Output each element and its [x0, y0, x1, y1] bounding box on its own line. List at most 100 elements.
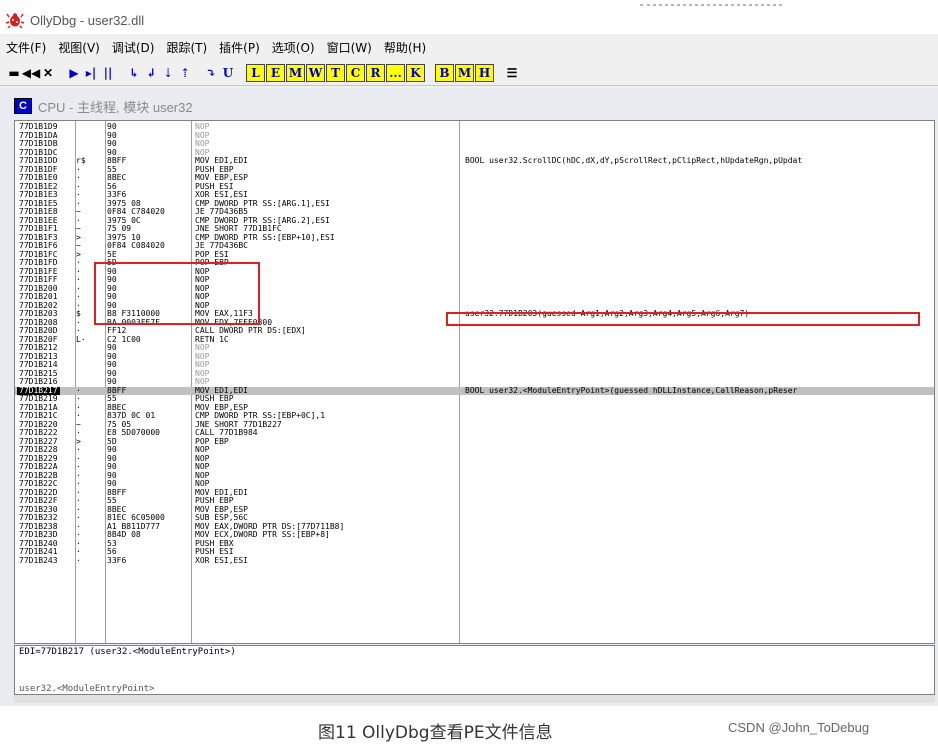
disasm-row[interactable]: 77D1B238 · A1 B811D777 MOV EAX,DWORD PTR DS…	[15, 522, 934, 531]
disasm-row[interactable]: 77D1B1FC >5E POP ESI	[15, 250, 934, 259]
disasm-row[interactable]: 77D1B21C · 837D 0C 01 CMP DWORD PTR SS:[EBP…	[15, 411, 934, 420]
marker-cell: ·	[76, 190, 81, 199]
memory-breakpoints-key[interactable]: M	[455, 63, 474, 82]
disasm-row[interactable]: 77D1B1E3 · 33F6 XOR ESI,ESI	[15, 190, 934, 199]
disasm-row[interactable]: 77D1B222 · E8 5D070000 CALL 77D1B984	[15, 429, 934, 437]
disasm-row[interactable]: 77D1B22B · 90 NOP	[15, 471, 934, 480]
address-cell: 77D1B228	[19, 445, 58, 454]
disasm-row[interactable]: 77D1B229 · 90 NOP	[15, 454, 934, 463]
references-window-key[interactable]: R	[366, 63, 385, 82]
run-icon[interactable]: ▶	[66, 64, 82, 82]
marker-cell: ·	[76, 513, 81, 522]
breakpoints-key[interactable]: B	[435, 63, 454, 82]
trace-into-icon[interactable]: ⇣	[160, 64, 176, 82]
watermark: CSDN @John_ToDebug	[728, 720, 870, 735]
disasm-row[interactable]: 77D1B219 · 55 PUSH EBP	[15, 394, 934, 403]
restart-icon[interactable]: ◀◀	[22, 64, 40, 82]
disasm-row[interactable]: 77D1B20F L· C2 1C00 RETN 1C	[15, 334, 934, 344]
disasm-row[interactable]: 77D1B20D · FF12 CALL DWORD PTR DS:[EDX]	[15, 326, 934, 335]
threads-window-key[interactable]: T	[326, 63, 345, 82]
pause-icon[interactable]: ||	[100, 64, 116, 82]
log-window-key[interactable]: L	[246, 63, 265, 82]
disasm-row[interactable]: 77D1B228 · 90 NOP	[15, 445, 934, 454]
disasm-row[interactable]: 77D1B22C · 90 NOP	[15, 479, 934, 488]
disasm-row[interactable]: 77D1B1DB 90 NOP	[15, 140, 934, 148]
marker-cell: ~	[76, 241, 81, 250]
disasm-row[interactable]: 77D1B1E0 · 8BEC MOV EBP,ESP	[15, 173, 934, 182]
disasm-row[interactable]: 77D1B1E8 ~0F84 C784020 JE 77D436B5	[15, 207, 934, 216]
menu-item[interactable]: 插件(P)	[213, 39, 266, 56]
menu-item[interactable]: 帮助(H)	[378, 39, 432, 56]
disasm-row[interactable]: 77D1B1DF · 55 PUSH EBP	[15, 165, 934, 174]
hex-dump-cell: 90	[107, 122, 117, 131]
address-cell: 77D1B21C	[19, 411, 58, 420]
address-cell: 77D1B20D	[19, 326, 58, 335]
disasm-row[interactable]: 77D1B212 90 NOP	[15, 343, 934, 352]
marker-cell: ·	[76, 258, 81, 267]
menu-item[interactable]: 调试(D)	[106, 39, 161, 56]
address-cell: 77D1B212	[19, 343, 58, 352]
hex-dump-cell: FF12	[107, 326, 127, 335]
trace-over-icon[interactable]: ⇡	[177, 64, 193, 82]
hex-dump-cell: 837D 0C 01	[107, 411, 156, 420]
menu-item[interactable]: 选项(O)	[266, 39, 321, 56]
disasm-row[interactable]: 77D1B1EE · 3975 0C CMP DWORD PTR SS:[ARG.2]…	[15, 216, 934, 225]
disassembly-cell: SUB ESP,56C	[195, 513, 248, 522]
execute-till-return-icon[interactable]: ⤵	[203, 64, 219, 82]
execute-till-user-icon[interactable]: U	[220, 64, 236, 82]
disassembly-cell: JE 77D436B5	[195, 207, 248, 216]
menu-item[interactable]: 文件(F)	[0, 39, 52, 56]
disasm-row[interactable]: 77D1B214 90 NOP	[15, 361, 934, 369]
disasm-row[interactable]: 77D1B213 90 NOP	[15, 352, 934, 361]
cpu-window-title-bar[interactable]: C CPU - 主线程, 模块 user32	[10, 94, 935, 118]
open-icon[interactable]: ▬	[6, 64, 22, 82]
disasm-row[interactable]: 77D1B1F1 ~75 09 JNE SHORT 77D1B1FC	[15, 225, 934, 233]
address-cell: 77D1B1E0	[19, 173, 58, 182]
disasm-row[interactable]: 77D1B22F · 55 PUSH EBP	[15, 497, 934, 505]
disasm-row[interactable]: 77D1B1DA 90 NOP	[15, 131, 934, 140]
disasm-row[interactable]: 77D1B215 90 NOP	[15, 369, 934, 378]
menu-item[interactable]: 窗口(W)	[321, 39, 378, 56]
close-icon[interactable]: ✕	[40, 64, 56, 82]
disassembly-cell: PUSH ESI	[195, 547, 234, 556]
step-over-icon[interactable]: ↲	[143, 64, 159, 82]
disasm-row[interactable]: 77D1B243 · 33F6 XOR ESI,ESI	[15, 556, 934, 565]
marker-cell: ·	[76, 326, 81, 335]
menu-item[interactable]: 跟踪(T)	[160, 39, 213, 56]
windows-window-key[interactable]: W	[306, 63, 325, 82]
address-cell: 77D1B1DD	[19, 156, 58, 165]
list-icon[interactable]: ☰	[504, 64, 520, 82]
horizontal-scrollbar[interactable]	[14, 695, 935, 703]
marker-cell: L·	[76, 334, 86, 344]
entry-point-comment-highlight	[446, 312, 920, 326]
modules-window-key[interactable]: E	[266, 63, 285, 82]
step-into-icon[interactable]: ↳	[126, 64, 142, 82]
address-cell: 77D1B219	[19, 394, 58, 403]
disasm-row[interactable]: 77D1B227 >5D POP EBP	[15, 437, 934, 446]
marker-cell: ·	[76, 275, 81, 284]
call-stack-key[interactable]: K	[406, 63, 425, 82]
disasm-row[interactable]: 77D1B216 90 NOP	[15, 378, 934, 386]
cpu-window-title: CPU - 主线程, 模块 user32	[38, 99, 193, 115]
memory-window-key[interactable]: M	[286, 63, 305, 82]
disasm-row[interactable]: 77D1B23D · 8B4D 08 MOV ECX,DWORD PTR SS:[EB…	[15, 531, 934, 539]
disasm-row[interactable]: 77D1B1E2 · 56 PUSH ESI	[15, 182, 934, 191]
address-cell: 77D1B22C	[19, 479, 58, 488]
disasm-row-selected[interactable]: 77D1B217 · 8BFF MOV EDI,EDI BOOL user32.<Mod…	[15, 386, 934, 395]
disasm-row[interactable]: 77D1B1DD r$ 8BFF MOV EDI,EDI BOOL user32.Scr…	[15, 156, 934, 165]
disasm-row[interactable]: 77D1B22D · 8BFF MOV EDI,EDI	[15, 488, 934, 497]
disasm-row[interactable]: 77D1B240 · 53 PUSH EBX	[15, 539, 934, 548]
cpu-window-key[interactable]: C	[346, 63, 365, 82]
disasm-row[interactable]: 77D1B22A · 90 NOP	[15, 463, 934, 471]
disassembly-pane[interactable]: 77D1B1D9 90 NOP 77D1B1DA 90 NOP 77D1B1DB 90 NOP 7…	[14, 120, 935, 644]
menu-item[interactable]: 视图(V)	[52, 39, 106, 56]
disasm-row[interactable]: 77D1B232 · 81EC 6C05000 SUB ESP,56C	[15, 513, 934, 522]
disasm-row[interactable]: 77D1B241 · 56 PUSH ESI	[15, 547, 934, 556]
run-trace-key[interactable]: ...	[386, 63, 405, 82]
toolbar-separator	[57, 64, 65, 82]
hardware-breakpoints-key[interactable]: H	[475, 63, 494, 82]
disasm-row[interactable]: 77D1B1F6 ~0F84 C084020 JE 77D436BC	[15, 241, 934, 250]
hex-dump-cell: 33F6	[107, 190, 127, 199]
run-thread-icon[interactable]: ▸|	[83, 64, 99, 82]
disasm-row[interactable]: 77D1B1D9 90 NOP	[15, 122, 934, 131]
